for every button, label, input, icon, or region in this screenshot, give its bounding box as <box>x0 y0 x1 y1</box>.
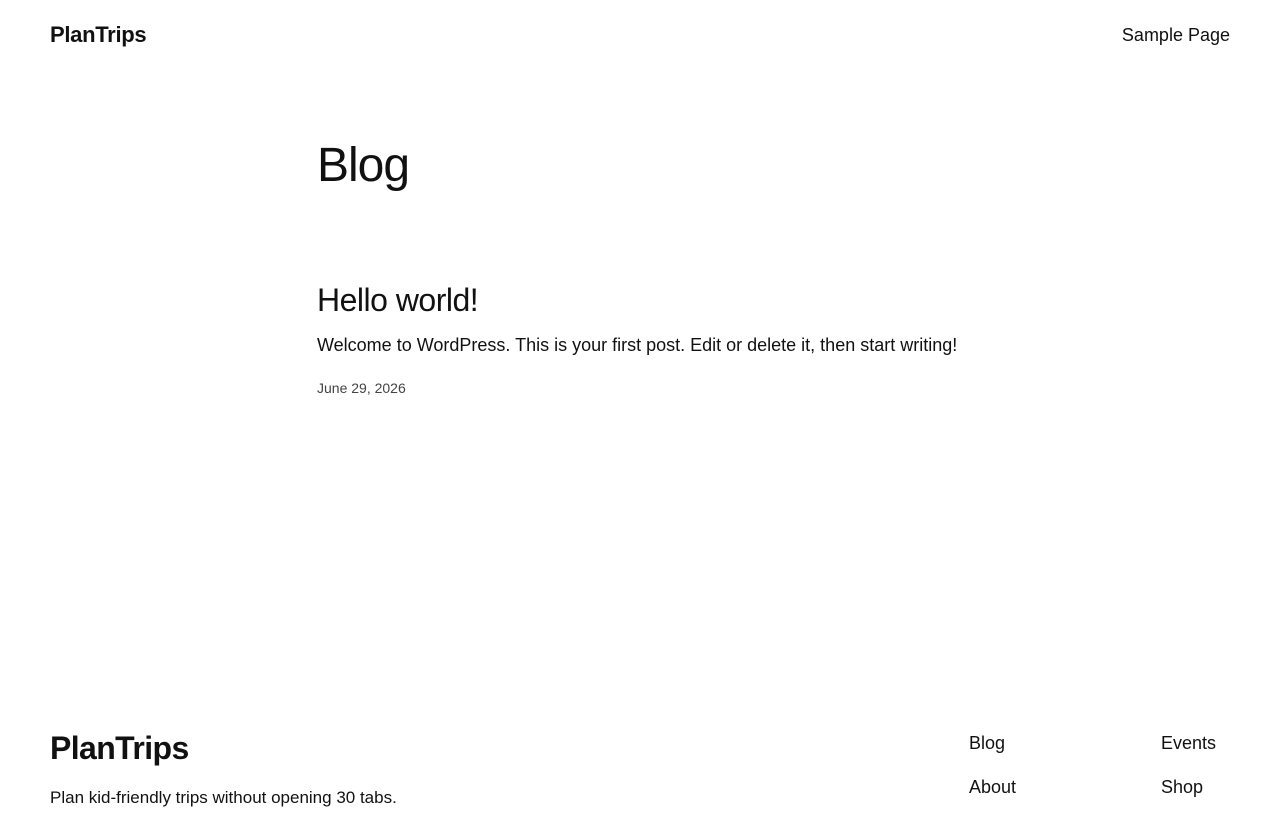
site-header: PlanTrips Sample Page <box>0 0 1280 72</box>
footer-site-title-link[interactable]: PlanTrips <box>50 728 189 768</box>
page-title: Blog <box>317 139 410 192</box>
footer-nav-column-2: Events Shop <box>1161 731 1216 819</box>
footer-tagline: Plan kid-friendly trips without opening … <box>50 788 397 807</box>
site-title-link[interactable]: PlanTrips <box>50 20 147 50</box>
footer-nav-item-shop[interactable]: Shop <box>1161 775 1216 799</box>
header-nav: Sample Page <box>1122 23 1230 47</box>
post-excerpt: Welcome to WordPress. This is your first… <box>317 335 958 355</box>
nav-item-sample-page[interactable]: Sample Page <box>1122 25 1230 45</box>
site-footer: PlanTrips Plan kid-friendly trips withou… <box>0 712 1280 807</box>
footer-nav-item-about[interactable]: About <box>969 775 1016 799</box>
footer-nav-item-events[interactable]: Events <box>1161 731 1216 755</box>
post-title-link[interactable]: Hello world! <box>317 280 977 320</box>
footer-nav-column-1: Blog About <box>969 731 1016 819</box>
footer-nav-item-blog[interactable]: Blog <box>969 731 1016 755</box>
main-content: Blog Hello world! Welcome to WordPress. … <box>317 130 977 398</box>
post-date-link[interactable]: June 29, 2026 <box>317 378 977 398</box>
post-item: Hello world! Welcome to WordPress. This … <box>317 280 977 398</box>
